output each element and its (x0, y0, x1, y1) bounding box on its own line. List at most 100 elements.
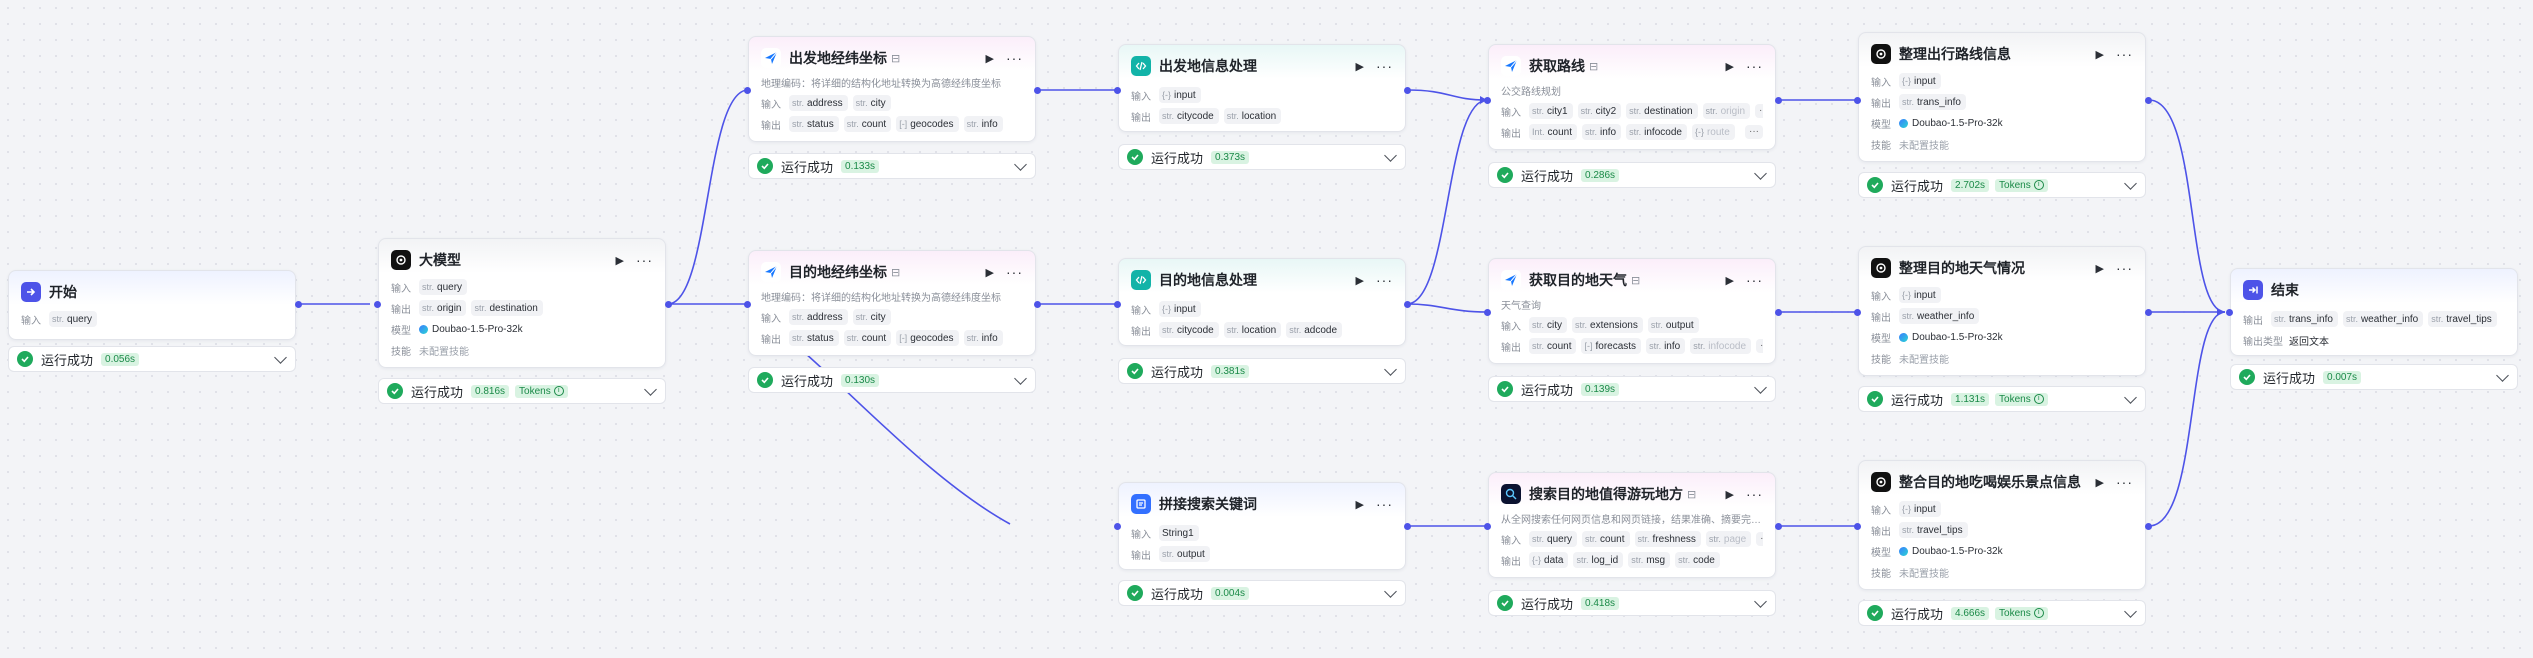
input-port[interactable] (1484, 523, 1491, 530)
chevron-down-icon[interactable] (2124, 176, 2137, 190)
output-port[interactable] (2145, 97, 2152, 104)
chevron-down-icon[interactable] (1754, 166, 1767, 180)
input-port[interactable] (1854, 523, 1861, 530)
node-llm-route[interactable]: 整理出行路线信息 ▶ ··· 输入 {-} input 输出 str. trans_in… (1858, 32, 2146, 162)
chevron-down-icon[interactable] (2124, 390, 2137, 404)
node-text[interactable]: 拼接搜索关键词 ▶ ··· 输入 String1 输出 str. output (1118, 482, 1406, 570)
chevron-down-icon[interactable] (1384, 148, 1397, 162)
input-port[interactable] (1854, 97, 1861, 104)
node-geo2[interactable]: 目的地经纬坐标 ⊟ ▶ ··· 地理编码：将详细的结构化地址转换为高德经纬度坐标… (748, 250, 1036, 356)
status-bar-search[interactable]: 运行成功 0.418s (1488, 590, 1776, 616)
more-icon[interactable]: ··· (636, 252, 653, 268)
more-icon[interactable]: ··· (1746, 58, 1763, 74)
tokens-badge[interactable]: Tokens i (1995, 178, 2048, 192)
more-icon[interactable]: ··· (1006, 264, 1023, 280)
tokens-badge[interactable]: Tokens i (1995, 606, 2048, 620)
chevron-down-icon[interactable] (274, 350, 287, 364)
node-code1[interactable]: 出发地信息处理 ▶ ··· 输入 {-} input 输出 str. citycode s… (1118, 44, 1406, 132)
status-bar-geo1[interactable]: 运行成功 0.133s (748, 153, 1036, 179)
output-port[interactable] (1775, 523, 1782, 530)
more-icon[interactable]: ··· (2116, 260, 2133, 276)
tokens-badge[interactable]: Tokens i (1995, 392, 2048, 406)
run-icon[interactable]: ▶ (1726, 274, 1734, 287)
node-start[interactable]: 开始 输入 str. query (8, 270, 296, 340)
output-port[interactable] (665, 301, 672, 308)
status-bar-end[interactable]: 运行成功 0.007s (2230, 364, 2518, 390)
more-icon[interactable]: ··· (1746, 272, 1763, 288)
more-icon[interactable]: ··· (1376, 58, 1393, 74)
input-port[interactable] (1114, 301, 1121, 308)
input-port[interactable] (1854, 309, 1861, 316)
input-port[interactable] (744, 87, 751, 94)
status-bar-code1[interactable]: 运行成功 0.373s (1118, 144, 1406, 170)
status-bar-code2[interactable]: 运行成功 0.381s (1118, 358, 1406, 384)
status-bar-start[interactable]: 运行成功 0.056s (8, 346, 296, 372)
input-port[interactable] (1114, 523, 1121, 530)
run-icon[interactable]: ▶ (1356, 60, 1364, 73)
input-port[interactable] (744, 301, 751, 308)
output-port[interactable] (1775, 309, 1782, 316)
chevron-down-icon[interactable] (1384, 362, 1397, 376)
status-bar-llm-route[interactable]: 运行成功 2.702s Tokens i (1858, 172, 2146, 198)
output-port[interactable] (1404, 87, 1411, 94)
more-params-button[interactable]: ··· (1755, 104, 1763, 118)
chevron-down-icon[interactable] (1014, 157, 1027, 171)
more-params-button[interactable]: ··· (1756, 339, 1763, 353)
status-bar-weather[interactable]: 运行成功 0.139s (1488, 376, 1776, 402)
input-port[interactable] (1484, 309, 1491, 316)
node-geo1[interactable]: 出发地经纬坐标 ⊟ ▶ ··· 地理编码：将详细的结构化地址转换为高德经纬度坐标… (748, 36, 1036, 142)
chevron-down-icon[interactable] (1014, 371, 1027, 385)
output-port[interactable] (1775, 97, 1782, 104)
more-params-button[interactable]: ··· (1745, 125, 1763, 139)
chevron-down-icon[interactable] (1754, 594, 1767, 608)
more-params-button[interactable]: ··· (1756, 532, 1763, 546)
run-icon[interactable]: ▶ (2096, 262, 2104, 275)
more-icon[interactable]: ··· (2116, 46, 2133, 62)
node-weather[interactable]: 获取目的地天气 ⊟ ▶ ··· 天气查询 输入 str. city str. exten… (1488, 258, 1776, 364)
chevron-down-icon[interactable] (1754, 380, 1767, 394)
chevron-down-icon[interactable] (2496, 368, 2509, 382)
node-code2[interactable]: 目的地信息处理 ▶ ··· 输入 {-} input 输出 str. citycode s… (1118, 258, 1406, 346)
run-icon[interactable]: ▶ (1356, 274, 1364, 287)
output-port[interactable] (2145, 309, 2152, 316)
chevron-down-icon[interactable] (644, 382, 657, 396)
output-port[interactable] (1404, 301, 1411, 308)
status-bar-route[interactable]: 运行成功 0.286s (1488, 162, 1776, 188)
more-icon[interactable]: ··· (1746, 486, 1763, 502)
output-port[interactable] (295, 301, 302, 308)
more-icon[interactable]: ··· (1376, 496, 1393, 512)
output-port[interactable] (1404, 523, 1411, 530)
tokens-badge[interactable]: Tokens i (515, 384, 568, 398)
output-port[interactable] (1034, 301, 1041, 308)
status-bar-text[interactable]: 运行成功 0.004s (1118, 580, 1406, 606)
input-port[interactable] (2226, 309, 2233, 316)
run-icon[interactable]: ▶ (986, 266, 994, 279)
run-icon[interactable]: ▶ (986, 52, 994, 65)
status-bar-llm-weather[interactable]: 运行成功 1.131s Tokens i (1858, 386, 2146, 412)
input-port[interactable] (1114, 87, 1121, 94)
run-icon[interactable]: ▶ (616, 254, 624, 267)
more-icon[interactable]: ··· (1376, 272, 1393, 288)
input-port[interactable] (374, 301, 381, 308)
run-icon[interactable]: ▶ (2096, 476, 2104, 489)
node-search[interactable]: 搜索目的地值得游玩地方 ⊟ ▶ ··· 从全网搜索任何网页信息和网页链接，结果准… (1488, 472, 1776, 578)
node-llm-fun[interactable]: 整合目的地吃喝娱乐景点信息 ▶ ··· 输入 {-} input 输出 str. tra… (1858, 460, 2146, 590)
node-llm[interactable]: 大模型 ▶ ··· 输入 str. query 输出 str. origin str. de… (378, 238, 666, 368)
node-llm-weather[interactable]: 整理目的地天气情况 ▶ ··· 输入 {-} input 输出 str. weather… (1858, 246, 2146, 376)
output-port[interactable] (2145, 523, 2152, 530)
node-end[interactable]: 结束 输出 str. trans_info str. weather_info str. t… (2230, 268, 2518, 356)
run-icon[interactable]: ▶ (1726, 488, 1734, 501)
chevron-down-icon[interactable] (2124, 604, 2137, 618)
output-port[interactable] (1034, 87, 1041, 94)
more-icon[interactable]: ··· (1006, 50, 1023, 66)
status-bar-geo2[interactable]: 运行成功 0.130s (748, 367, 1036, 393)
run-icon[interactable]: ▶ (1726, 60, 1734, 73)
status-bar-llm[interactable]: 运行成功 0.816s Tokens i (378, 378, 666, 404)
chevron-down-icon[interactable] (1384, 584, 1397, 598)
run-icon[interactable]: ▶ (2096, 48, 2104, 61)
status-bar-llm-fun[interactable]: 运行成功 4.666s Tokens i (1858, 600, 2146, 626)
node-route[interactable]: 获取路线 ⊟ ▶ ··· 公交路线规划 输入 str. city1 str. city2… (1488, 44, 1776, 150)
run-icon[interactable]: ▶ (1356, 498, 1364, 511)
more-icon[interactable]: ··· (2116, 474, 2133, 490)
input-port[interactable] (1484, 97, 1491, 104)
